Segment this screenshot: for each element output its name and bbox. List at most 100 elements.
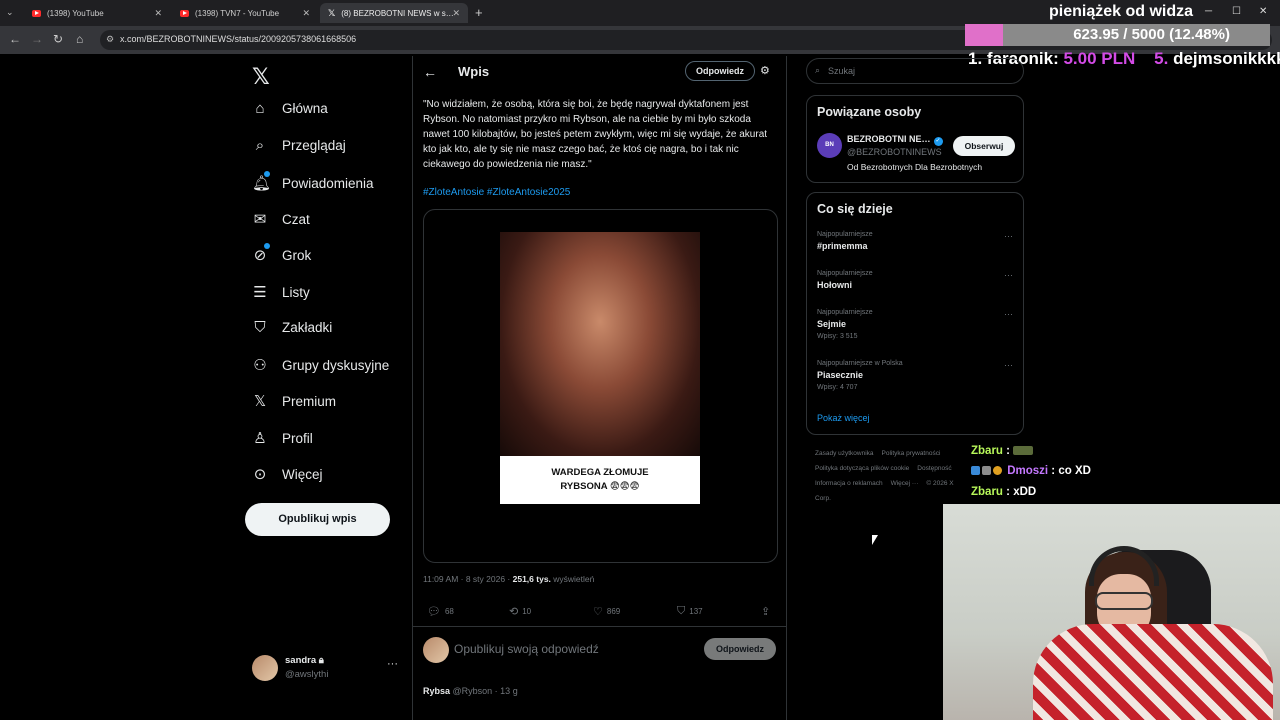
sidebar-item-premium[interactable]: 𝕏 Premium <box>252 392 336 410</box>
lock-icon: 🔒︎ <box>318 655 324 666</box>
footer-link[interactable]: Polityka dotycząca plików cookie <box>815 465 909 472</box>
trend-item[interactable]: Najpopularniejsze #primemma ··· <box>817 231 1017 251</box>
browser-tab-youtube[interactable]: (1398) YouTube ✕ <box>24 3 170 23</box>
reply-item[interactable]: Rybsa @Rybson · 13 g <box>423 686 778 696</box>
footer-link[interactable]: Więcej ··· <box>891 480 919 487</box>
avatar[interactable]: BN <box>817 133 842 158</box>
show-more-link[interactable]: Pokaż więcej <box>817 413 870 423</box>
badge-icon <box>971 466 980 475</box>
footer-link[interactable]: Dostępność <box>917 465 951 472</box>
sidebar-item-grok[interactable]: ⊘ Grok <box>252 243 312 264</box>
maximize-window-icon[interactable]: ☐ <box>1232 6 1241 17</box>
reply-input[interactable]: Opublikuj swoją odpowiedź <box>454 642 599 656</box>
sidebar-item-bookmarks[interactable]: ⛉ Zakładki <box>252 319 332 336</box>
related-people-title: Powiązane osoby <box>817 105 922 119</box>
trend-name: Hołowni <box>817 280 852 290</box>
sidebar-item-chat[interactable]: ✉ Czat <box>252 210 310 228</box>
back-arrow-icon[interactable]: ← <box>9 32 21 46</box>
follow-button[interactable]: Obserwuj <box>953 136 1015 156</box>
more-options-icon[interactable]: ··· <box>1004 360 1013 370</box>
search-input[interactable]: ⌕ Szukaj <box>806 58 1024 84</box>
trend-item[interactable]: Najpopularniejsze Hołowni ··· <box>817 270 1017 290</box>
account-switcher[interactable]: sandra 🔒︎ @awslythi ··· <box>252 652 402 684</box>
sidebar-item-notifications[interactable]: 🔔︎ Powiadomienia <box>252 171 374 192</box>
trend-item[interactable]: Najpopularniejsze w Polska Piasecznie Wp… <box>817 360 1017 391</box>
trend-context: Najpopularniejsze <box>817 231 873 238</box>
back-arrow-icon[interactable]: ← <box>423 64 437 80</box>
more-options-icon[interactable]: ··· <box>1004 309 1013 319</box>
repost-action[interactable]: ⟲ 10 <box>509 605 531 618</box>
share-action[interactable]: ⇪ <box>761 605 770 618</box>
close-tab-icon[interactable]: ✕ <box>302 8 310 19</box>
trends-title: Co się dzieje <box>817 202 893 216</box>
caption-line: RYBSONA 😨😨😨 <box>560 481 640 492</box>
close-window-icon[interactable]: ✕ <box>1259 6 1267 17</box>
person-icon: ♙ <box>253 430 267 447</box>
tab-list-dropdown-icon[interactable]: ⌄ <box>6 7 14 18</box>
user-handle: @awslythi <box>285 669 329 680</box>
like-count: 869 <box>606 607 621 616</box>
chat-username: Zbaru <box>971 486 1003 498</box>
post-hashtags[interactable]: #ZloteAntosie #ZloteAntosie2025 <box>423 187 570 198</box>
browser-tab-tvn7[interactable]: (1398) TVN7 - YouTube ✕ <box>172 3 318 23</box>
repost-count: 10 <box>522 607 532 616</box>
related-account-name[interactable]: BEZROBOTNI NE… ✓ <box>847 134 943 146</box>
page-title: Wpis <box>458 64 490 79</box>
donor-amount: 5.00 PLN <box>1063 49 1136 68</box>
reply-submit-button[interactable]: Odpowiedz <box>704 638 776 660</box>
sidebar-item-label: Więcej <box>282 466 323 482</box>
home-button-icon[interactable]: ⌂ <box>76 32 83 46</box>
sidebar-item-explore[interactable]: ⌕ Przeglądaj <box>252 137 346 154</box>
video-thumbnail <box>500 232 700 456</box>
sidebar-item-label: Profil <box>282 430 313 446</box>
minimize-window-icon[interactable]: ─ <box>1205 6 1212 17</box>
reload-icon[interactable]: ↻ <box>53 32 63 46</box>
sidebar-item-home[interactable]: ⌂ Główna <box>252 100 327 117</box>
sidebar-item-more[interactable]: ⊙ Więcej <box>252 465 323 483</box>
more-options-icon[interactable]: ··· <box>1004 270 1013 280</box>
close-tab-icon[interactable]: ✕ <box>452 8 460 19</box>
site-info-icon[interactable]: ⚙ <box>106 34 114 45</box>
browser-tab-x-post[interactable]: 𝕏 (8) BEZROBOTNI NEWS w s… ✕ <box>320 3 468 23</box>
donor-name: dejmsonikkkk <box>1173 49 1280 68</box>
reply-count: 68 <box>444 607 454 616</box>
donation-goal-bar: 623.95 / 5000 (12.48%) <box>965 24 1270 46</box>
trend-item[interactable]: Najpopularniejsze Sejmie Wpisy: 3 515 ··… <box>817 309 1017 340</box>
tab-label: (1398) TVN7 - YouTube <box>195 8 280 18</box>
header-reply-button[interactable]: Odpowiedz <box>685 61 755 81</box>
search-placeholder: Szukaj <box>828 66 856 76</box>
post-button[interactable]: Opublikuj wpis <box>245 503 390 536</box>
heart-icon: ♡ <box>593 606 603 618</box>
post-detail: ← Wpis Odpowiedz ⚙ "No widziałem, że oso… <box>412 56 787 720</box>
close-tab-icon[interactable]: ✕ <box>154 8 162 19</box>
sidebar-item-communities[interactable]: ⚇ Grupy dyskusyjne <box>252 356 389 374</box>
footer-link[interactable]: Informacja o reklamach <box>815 480 883 487</box>
post-media[interactable]: WARDEGA ZŁOMUJE RYBSONA 😨😨😨 <box>423 209 778 563</box>
more-options-icon[interactable]: ··· <box>387 658 398 670</box>
footer-link[interactable]: Polityka prywatności <box>882 450 941 457</box>
x-favicon-icon: 𝕏 <box>328 7 336 18</box>
footer-link[interactable]: Zasady użytkownika <box>815 450 874 457</box>
tank-emote-icon <box>1013 446 1034 455</box>
new-tab-icon[interactable]: + <box>475 5 483 20</box>
sidebar-item-label: Grok <box>282 247 312 263</box>
bookmark-action[interactable]: ⛉ 137 <box>677 605 703 618</box>
glasses <box>1095 592 1153 610</box>
views-label: wyświetleń <box>550 574 595 584</box>
notification-dot <box>264 171 270 177</box>
donor-rank: 5. <box>1154 49 1169 68</box>
sidebar-item-lists[interactable]: ☰ Listy <box>252 283 310 301</box>
x-logo-icon[interactable]: 𝕏 <box>252 64 270 90</box>
forward-arrow-icon[interactable]: → <box>31 32 43 46</box>
filter-settings-icon[interactable]: ⚙ <box>760 64 770 77</box>
like-action[interactable]: ♡ 869 <box>593 605 620 618</box>
mail-icon: ✉ <box>253 211 267 228</box>
reply-action[interactable]: 💬︎ 68 <box>427 605 454 618</box>
chat-text: co XD <box>1058 465 1091 477</box>
trend-context: Najpopularniejsze <box>817 270 873 277</box>
search-icon: ⌕ <box>255 137 265 154</box>
more-options-icon[interactable]: ··· <box>1004 231 1013 241</box>
footer-links: Zasady użytkownika Polityka prywatności P… <box>815 446 975 506</box>
sidebar-item-profile[interactable]: ♙ Profil <box>252 429 313 447</box>
sidebar-item-label: Listy <box>282 284 310 300</box>
